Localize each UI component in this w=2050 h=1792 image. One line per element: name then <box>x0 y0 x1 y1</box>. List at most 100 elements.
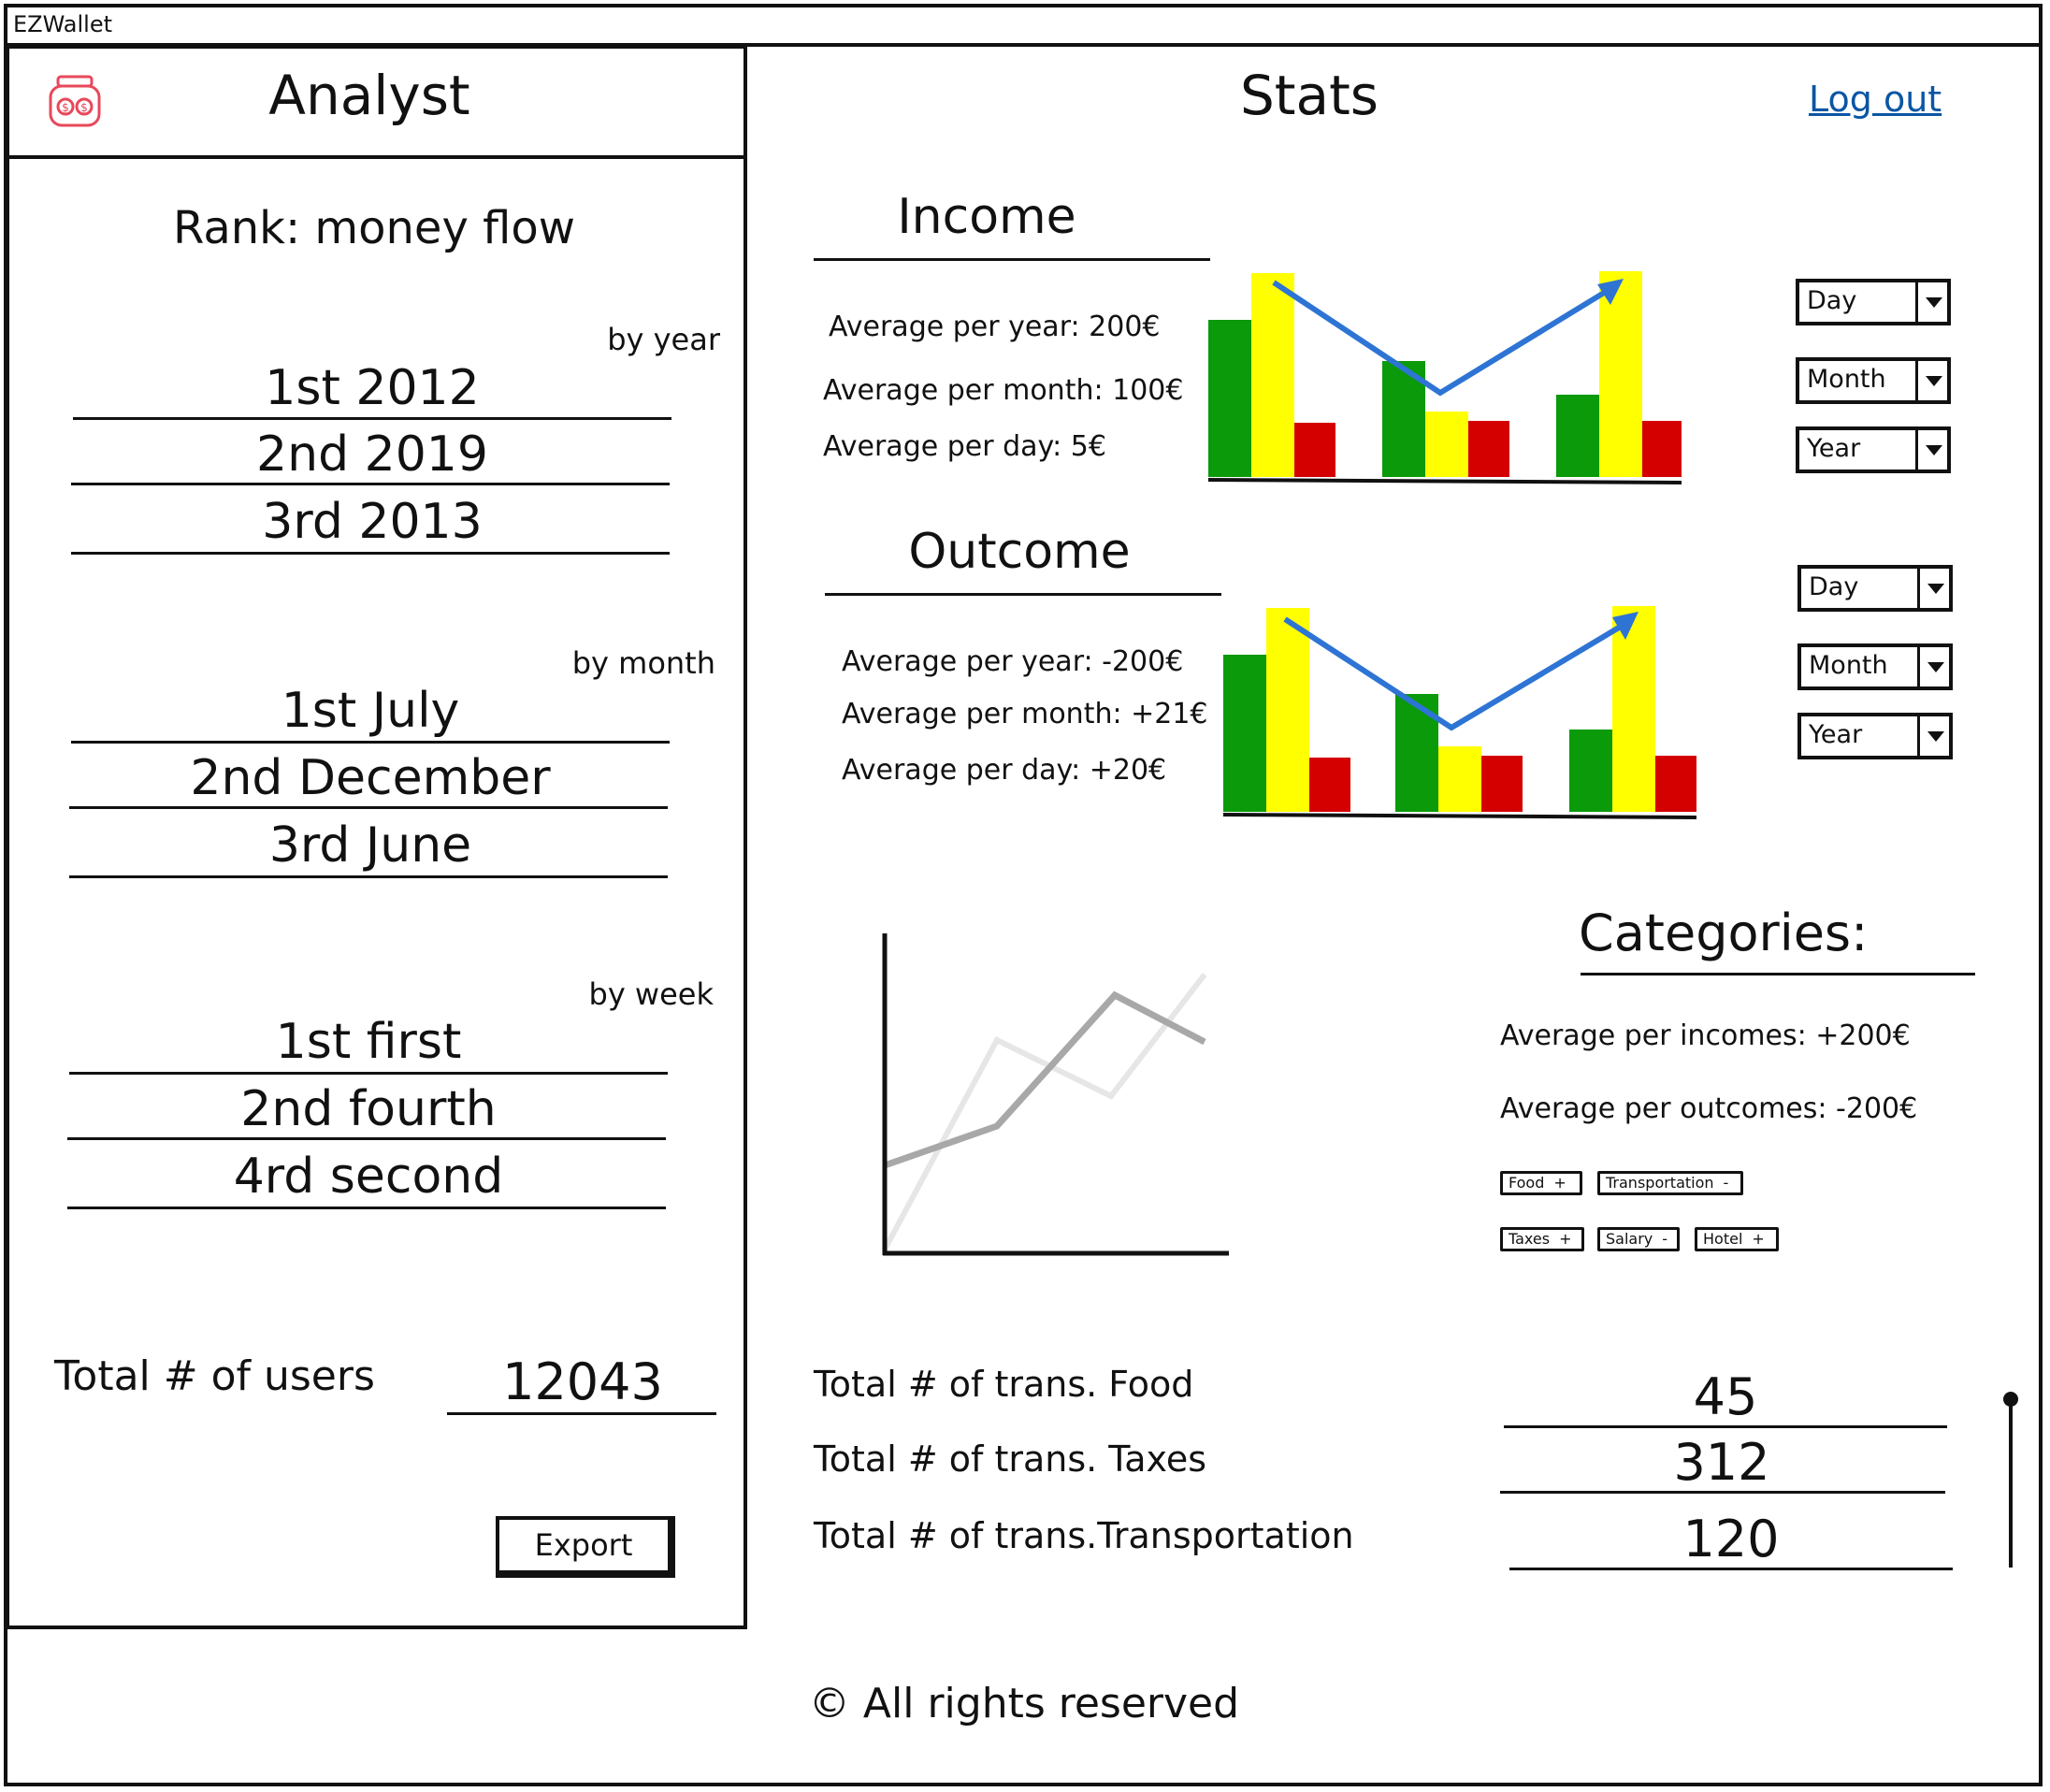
tag-label: Salary <box>1606 1230 1653 1248</box>
outcome-avg-day: Average per day: +20€ <box>842 754 1167 787</box>
income-period-dropdown-day[interactable]: Day <box>1796 279 1951 325</box>
chart-bar <box>1481 756 1523 812</box>
outcome-period-dropdown-year[interactable]: Year <box>1797 713 1953 759</box>
chart-bar <box>1556 395 1599 477</box>
category-tag-hotel[interactable]: Hotel + <box>1695 1227 1779 1251</box>
total-users-label: Total # of users <box>54 1352 375 1400</box>
divider <box>71 552 670 555</box>
chart-bar <box>1612 606 1655 812</box>
categories-avg-incomes: Average per incomes: +200€ <box>1500 1019 1911 1052</box>
page-title: Stats <box>1239 64 1379 127</box>
income-avg-day: Average per day: 5€ <box>823 430 1106 463</box>
rank-item: 1st July <box>281 683 460 739</box>
income-period-dropdown-month[interactable]: Month <box>1796 357 1951 404</box>
logout-link[interactable]: Log out <box>1809 79 1942 120</box>
svg-text:$: $ <box>62 101 69 114</box>
divider <box>1504 1425 1947 1428</box>
chart-bar <box>1309 758 1350 812</box>
outcome-period-dropdown-day[interactable]: Day <box>1797 565 1953 612</box>
total-trans-value: 312 <box>1673 1433 1770 1492</box>
window-title: EZWallet <box>13 11 113 37</box>
income-avg-month: Average per month: 100€ <box>823 374 1184 407</box>
title-bar: EZWallet <box>4 4 2043 47</box>
plus-icon: + <box>1559 1230 1572 1248</box>
chevron-down-icon <box>1915 361 1947 400</box>
divider <box>1500 1491 1945 1494</box>
dropdown-label: Month <box>1809 651 1888 680</box>
minus-icon: - <box>1662 1230 1668 1248</box>
rank-heading: Rank: money flow <box>173 202 575 254</box>
tag-label: Hotel <box>1703 1230 1743 1248</box>
dropdown-label: Year <box>1809 720 1863 749</box>
divider <box>67 1207 666 1209</box>
divider <box>69 875 668 878</box>
total-trans-label: Total # of trans. Taxes <box>814 1438 1207 1480</box>
outcome-period-dropdown-month[interactable]: Month <box>1797 643 1953 690</box>
rank-item: 4rd second <box>233 1149 504 1205</box>
chart-bar <box>1251 273 1294 477</box>
divider <box>69 806 668 809</box>
line-chart <box>870 926 1234 1263</box>
categories-avg-outcomes: Average per outcomes: -200€ <box>1500 1092 1918 1125</box>
outcome-avg-month: Average per month: +21€ <box>842 698 1208 730</box>
chart-bar <box>1438 746 1481 812</box>
total-trans-label: Total # of trans. Food <box>814 1364 1194 1405</box>
chart-bar <box>1655 756 1696 812</box>
chevron-down-icon <box>1915 430 1947 470</box>
outcome-bar-chart <box>1220 602 1706 819</box>
outcome-heading: Outcome <box>908 524 1131 580</box>
category-tag-food[interactable]: Food + <box>1500 1171 1582 1195</box>
group-label-month: by month <box>571 645 715 681</box>
chevron-down-icon <box>1917 569 1949 608</box>
wallet-logo-icon: $ $ <box>45 71 105 131</box>
divider <box>71 741 670 744</box>
category-tag-salary[interactable]: Salary - <box>1597 1227 1680 1251</box>
plus-icon: + <box>1553 1174 1566 1192</box>
rank-item: 2nd December <box>190 750 551 806</box>
chart-bar <box>1208 320 1251 477</box>
chart-line-dark <box>883 990 1206 1169</box>
trend-line <box>1283 616 1625 731</box>
plus-icon: + <box>1752 1230 1765 1248</box>
total-trans-label: Total # of trans.Transportation <box>814 1515 1354 1556</box>
income-avg-year: Average per year: 200€ <box>829 311 1161 343</box>
income-heading: Income <box>897 189 1076 245</box>
vertical-scrollbar[interactable] <box>2003 1386 2018 1568</box>
category-tag-taxes[interactable]: Taxes + <box>1500 1227 1584 1251</box>
sidebar-title: Analyst <box>268 64 470 127</box>
minus-icon: - <box>1723 1174 1729 1192</box>
category-tag-transportation[interactable]: Transportation - <box>1597 1171 1743 1195</box>
rank-item: 1st 2012 <box>265 360 480 416</box>
export-button[interactable]: Export <box>496 1516 675 1578</box>
total-users-value: 12043 <box>502 1352 663 1411</box>
rank-item: 2nd 2019 <box>256 426 488 483</box>
outcome-avg-year: Average per year: -200€ <box>842 645 1184 678</box>
categories-heading: Categories: <box>1579 903 1869 962</box>
divider <box>825 593 1221 596</box>
divider <box>73 417 671 420</box>
rank-item: 1st first <box>275 1014 462 1070</box>
chart-bar <box>1425 412 1468 477</box>
dropdown-label: Day <box>1809 572 1859 601</box>
divider <box>447 1412 716 1415</box>
footer-copyright: © All rights reserved <box>808 1680 1240 1727</box>
income-period-dropdown-year[interactable]: Year <box>1796 426 1951 473</box>
dropdown-label: Month <box>1807 365 1886 394</box>
dropdown-label: Year <box>1807 434 1861 463</box>
total-trans-value: 120 <box>1682 1510 1780 1568</box>
divider <box>1581 973 1975 975</box>
scroll-thumb <box>2003 1392 2018 1407</box>
group-label-week: by week <box>588 976 715 1012</box>
chevron-down-icon <box>1917 716 1949 756</box>
chart-bar <box>1642 421 1682 477</box>
chart-bar <box>1569 730 1612 812</box>
divider <box>69 1072 668 1075</box>
divider <box>67 1137 666 1140</box>
chart-bar <box>1468 421 1509 477</box>
tag-label: Taxes <box>1509 1230 1551 1248</box>
chevron-down-icon <box>1917 647 1949 686</box>
rank-item: 2nd fourth <box>240 1081 497 1137</box>
rank-item: 3rd 2013 <box>262 494 483 550</box>
income-bar-chart <box>1206 267 1693 484</box>
rank-item: 3rd June <box>268 817 472 874</box>
